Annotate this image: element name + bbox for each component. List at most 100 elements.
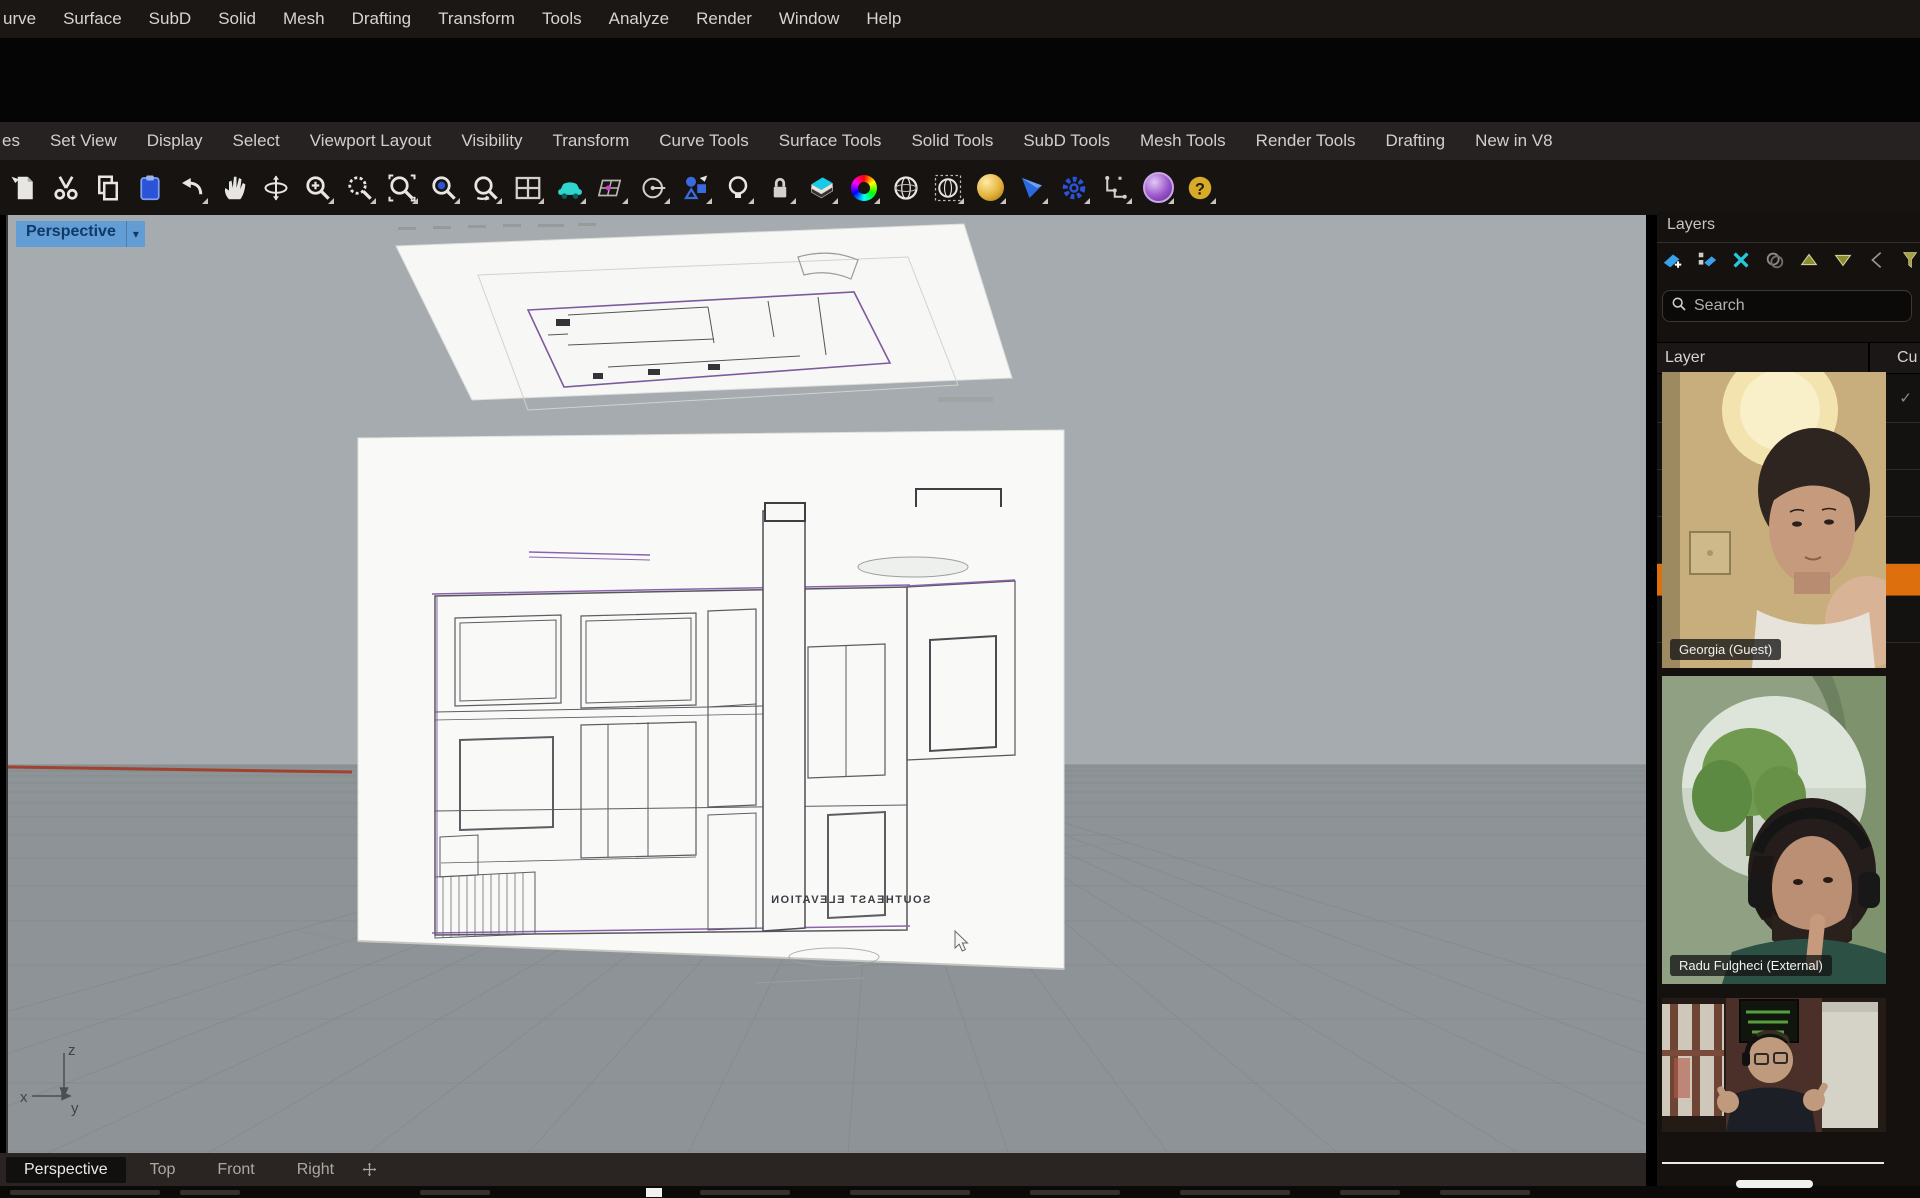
- menu-item-transform[interactable]: Transform: [438, 9, 515, 29]
- menu-item-tools[interactable]: Tools: [542, 9, 582, 29]
- tool-tab-es[interactable]: es: [2, 131, 20, 151]
- tool-tab-set-view[interactable]: Set View: [50, 131, 117, 151]
- named-view-car-icon[interactable]: [554, 172, 586, 204]
- pan-icon[interactable]: [218, 172, 250, 204]
- flyout-triangle[interactable]: [748, 198, 754, 204]
- tool-tab-mesh-tools[interactable]: Mesh Tools: [1140, 131, 1226, 151]
- flyout-triangle[interactable]: [790, 198, 796, 204]
- menu-item-analyze[interactable]: Analyze: [609, 9, 669, 29]
- menu-item-subd[interactable]: SubD: [149, 9, 192, 29]
- tool-tab-surface-tools[interactable]: Surface Tools: [779, 131, 882, 151]
- analysis-cone-icon[interactable]: [1016, 172, 1048, 204]
- dimension-tree-icon[interactable]: [1100, 172, 1132, 204]
- tool-tab-render-tools[interactable]: Render Tools: [1256, 131, 1356, 151]
- tool-tab-viewport-layout[interactable]: Viewport Layout: [310, 131, 432, 151]
- menu-item-help[interactable]: Help: [866, 9, 901, 29]
- menu-item-urve[interactable]: urve: [3, 9, 36, 29]
- flyout-triangle[interactable]: [370, 198, 376, 204]
- flyout-triangle[interactable]: [412, 198, 418, 204]
- new-viewport-tab-icon[interactable]: [362, 1162, 377, 1177]
- new-layer-icon[interactable]: [1661, 248, 1685, 272]
- flyout-triangle[interactable]: [1084, 198, 1090, 204]
- ghosted-sphere-icon[interactable]: [932, 172, 964, 204]
- render-purple-sphere-icon[interactable]: [1142, 172, 1174, 204]
- flyout-triangle[interactable]: [496, 198, 502, 204]
- lock-icon[interactable]: [764, 172, 796, 204]
- menu-item-window[interactable]: Window: [779, 9, 839, 29]
- column-current[interactable]: Cu: [1897, 349, 1917, 367]
- perspective-viewport[interactable]: SOUTHEAST ELEVATION z x y Perspective ▾: [6, 215, 1646, 1153]
- flyout-triangle[interactable]: [874, 198, 880, 204]
- rendered-sphere-icon[interactable]: [974, 172, 1006, 204]
- viewport-title-label[interactable]: Perspective: [16, 221, 126, 247]
- viewport-layout-icon[interactable]: [512, 172, 544, 204]
- scrollbar-thumb[interactable]: [1736, 1180, 1813, 1188]
- viewport-tab-perspective[interactable]: Perspective: [6, 1157, 126, 1183]
- layer-search-input[interactable]: Search: [1662, 290, 1912, 322]
- tool-tab-curve-tools[interactable]: Curve Tools: [659, 131, 748, 151]
- viewport-tab-front[interactable]: Front: [199, 1157, 272, 1183]
- tool-tab-new-in-v8[interactable]: New in V8: [1475, 131, 1552, 151]
- viewport-title-dropdown[interactable]: ▾: [126, 221, 145, 247]
- menu-item-solid[interactable]: Solid: [218, 9, 256, 29]
- zoom-extents-icon[interactable]: [386, 172, 418, 204]
- video-tile-3[interactable]: [1662, 998, 1886, 1132]
- zoom-selected-icon[interactable]: [428, 172, 460, 204]
- flyout-triangle[interactable]: [1210, 198, 1216, 204]
- status-color-swatch[interactable]: [646, 1188, 662, 1197]
- column-divider[interactable]: [1868, 343, 1870, 375]
- tool-tab-select[interactable]: Select: [233, 131, 280, 151]
- column-layer[interactable]: Layer: [1665, 349, 1705, 367]
- collapse-icon[interactable]: [1865, 248, 1889, 272]
- tool-tab-solid-tools[interactable]: Solid Tools: [911, 131, 993, 151]
- undo-icon[interactable]: [176, 172, 208, 204]
- flyout-triangle[interactable]: [706, 198, 712, 204]
- duplicate-layer-icon[interactable]: [1763, 248, 1787, 272]
- viewport-tab-right[interactable]: Right: [279, 1157, 352, 1183]
- new-sublayer-icon[interactable]: [1695, 248, 1719, 272]
- layer-tools-icon[interactable]: [806, 172, 838, 204]
- move-up-icon[interactable]: [1797, 248, 1821, 272]
- delete-layer-icon[interactable]: [1729, 248, 1753, 272]
- flyout-triangle[interactable]: [622, 198, 628, 204]
- zoom-dynamic-icon[interactable]: [344, 172, 376, 204]
- rotate-view-icon[interactable]: [260, 172, 292, 204]
- zoom-icon[interactable]: [302, 172, 334, 204]
- lights-icon[interactable]: [722, 172, 754, 204]
- move-down-icon[interactable]: [1831, 248, 1855, 272]
- flyout-triangle[interactable]: [958, 198, 964, 204]
- flyout-triangle[interactable]: [1126, 198, 1132, 204]
- flyout-triangle[interactable]: [1168, 198, 1174, 204]
- new-document-icon[interactable]: [8, 172, 40, 204]
- options-gear-icon[interactable]: [1058, 172, 1090, 204]
- menu-item-surface[interactable]: Surface: [63, 9, 122, 29]
- command-area[interactable]: [0, 38, 1920, 122]
- video-tile-1[interactable]: Georgia (Guest): [1662, 372, 1886, 668]
- flyout-triangle[interactable]: [580, 198, 586, 204]
- flyout-triangle[interactable]: [202, 198, 208, 204]
- copy-icon[interactable]: [92, 172, 124, 204]
- menu-item-render[interactable]: Render: [696, 9, 752, 29]
- tool-tab-transform[interactable]: Transform: [552, 131, 629, 151]
- menu-item-mesh[interactable]: Mesh: [283, 9, 325, 29]
- viewport-title[interactable]: Perspective ▾: [16, 221, 145, 247]
- flyout-triangle[interactable]: [538, 198, 544, 204]
- viewport-tab-top[interactable]: Top: [132, 1157, 194, 1183]
- paste-icon[interactable]: [134, 172, 166, 204]
- video-tile-2[interactable]: Radu Fulgheci (External): [1662, 676, 1886, 984]
- flyout-triangle[interactable]: [664, 198, 670, 204]
- tool-tab-subd-tools[interactable]: SubD Tools: [1023, 131, 1110, 151]
- menu-item-drafting[interactable]: Drafting: [352, 9, 412, 29]
- object-display-icon[interactable]: [680, 172, 712, 204]
- flyout-triangle[interactable]: [328, 198, 334, 204]
- filter-icon[interactable]: [1899, 248, 1920, 272]
- flyout-triangle[interactable]: [1042, 198, 1048, 204]
- undo-view-icon[interactable]: [470, 172, 502, 204]
- tool-tab-visibility[interactable]: Visibility: [461, 131, 522, 151]
- cplane-circle-icon[interactable]: [638, 172, 670, 204]
- cplane-grid-icon[interactable]: [596, 172, 628, 204]
- flyout-triangle[interactable]: [1000, 198, 1006, 204]
- cut-icon[interactable]: [50, 172, 82, 204]
- flyout-triangle[interactable]: [832, 198, 838, 204]
- tool-tab-drafting[interactable]: Drafting: [1386, 131, 1446, 151]
